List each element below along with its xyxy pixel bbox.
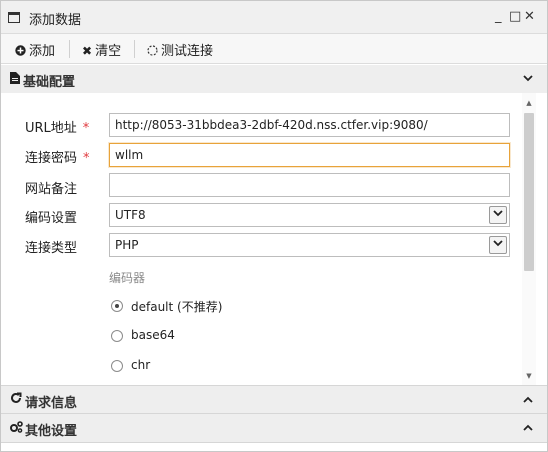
window-title: 添加数据 [29,13,82,28]
toolbar-divider [69,40,70,58]
note-input[interactable] [109,173,510,197]
plus-circle-icon [15,44,26,58]
encoder-option-label: chr [131,358,151,372]
type-selected-value: PHP [115,238,139,252]
scroll-thumb[interactable] [524,113,534,271]
password-input[interactable] [109,143,510,167]
clear-button-label: 清空 [95,44,122,59]
encoding-selected-value: UTF8 [115,208,146,222]
note-label: 网站备注 [25,182,78,197]
radio-button[interactable] [111,330,123,342]
section-basic-header[interactable]: 基础配置 [1,65,547,94]
add-data-window: 添加数据 _ □ ✕ 添加 ✖ 清空 测试连接 基础配置 URL地址 * htt… [0,0,548,452]
required-marker: * [83,151,90,166]
test-connection-button[interactable]: 测试连接 [147,40,214,59]
radio-button[interactable] [111,360,123,372]
required-marker: * [82,121,90,136]
encoding-label: 编码设置 [25,211,78,226]
url-label: URL地址 * [25,121,90,136]
refresh-icon [10,392,22,408]
basic-config-panel: URL地址* 连接密码* 网站备注 编码设置 UTF8 连接类型 PHP 编码器… [1,93,547,385]
close-button[interactable]: ✕ [524,10,535,24]
toolbar-divider [134,40,135,58]
encoder-option-label: default (不推荐) [131,300,223,314]
file-icon [10,72,20,87]
maximize-button[interactable]: □ [509,10,521,24]
chevron-down-icon[interactable] [523,72,533,85]
encoding-select[interactable]: UTF8 [109,203,510,227]
window-icon [8,12,20,23]
toolbar: 添加 ✖ 清空 测试连接 [1,34,547,64]
gears-icon [10,421,23,436]
minimize-button[interactable]: _ [495,10,502,24]
encoder-group-label: 编码器 [109,271,146,285]
section-request-label: 请求信息 [25,396,78,411]
scroll-down-arrow-icon[interactable]: ▼ [522,372,536,380]
type-label: 连接类型 [25,241,78,256]
chevron-up-icon[interactable] [523,421,533,434]
chevron-down-icon [489,206,507,224]
chevron-up-icon[interactable] [523,393,533,406]
radio-button[interactable] [111,300,123,312]
add-button[interactable]: 添加 [15,40,56,59]
type-select[interactable]: PHP [109,233,510,257]
encoder-option-label: base64 [131,328,175,342]
chevron-down-icon [489,236,507,254]
radio-selected-dot [115,304,119,308]
test-connection-label: 测试连接 [161,44,214,59]
scroll-up-arrow-icon[interactable]: ▲ [522,99,536,107]
spinner-icon [147,44,158,58]
section-other-header[interactable]: 其他设置 [1,414,547,443]
section-other-label: 其他设置 [25,424,78,439]
password-label: 连接密码 * [25,151,90,166]
vertical-scrollbar[interactable]: ▲ ▼ [522,93,536,385]
section-basic-label: 基础配置 [23,75,76,90]
x-icon: ✖ [82,44,93,58]
title-bar: 添加数据 _ □ ✕ [1,1,547,34]
url-input[interactable] [109,113,510,137]
clear-button[interactable]: ✖ 清空 [82,40,122,59]
add-button-label: 添加 [29,44,56,59]
section-request-header[interactable]: 请求信息 [1,385,547,414]
